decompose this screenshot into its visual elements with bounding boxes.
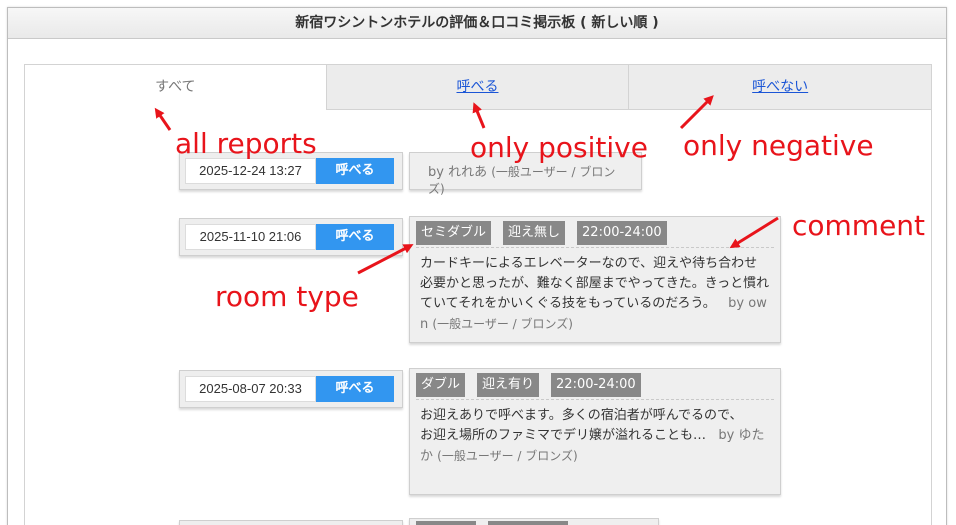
time-tag: 22:00-24:00 bbox=[577, 221, 667, 245]
time-tag: 22:00-24:00 bbox=[551, 373, 641, 397]
annotation-comment: comment bbox=[792, 209, 926, 242]
room-tags: セミダブル 迎え無し 22:00-24:00 bbox=[416, 221, 774, 248]
room-tags: ダブル 迎え有り 22:00-24:00 bbox=[416, 373, 774, 400]
pickup-tag bbox=[488, 521, 568, 525]
window-title: 新宿ワシントンホテルの評価＆口コミ掲示板 ( 新しい順 ) bbox=[8, 8, 946, 39]
room-tags bbox=[416, 521, 652, 525]
comment-text: お迎えありで呼べます。多くの宿泊者が呼んでるので、 お迎え場所のファミマでデリ嬢… bbox=[416, 406, 774, 467]
comment-text: カードキーによるエレベーターなので、迎えや待ち合わせ必要かと思ったが、難なく部屋… bbox=[416, 254, 774, 335]
entry-4-datebox bbox=[179, 520, 403, 525]
comment-body: カードキーによるエレベーターなので、迎えや待ち合わせ必要かと思ったが、難なく部屋… bbox=[420, 256, 770, 311]
entry-4-comment bbox=[409, 518, 659, 525]
tab-negative[interactable]: 呼べない bbox=[628, 65, 932, 110]
tab-all[interactable]: すべて bbox=[25, 65, 326, 110]
entry-3-datebox: 2025-08-07 20:33 呼べる bbox=[179, 370, 403, 408]
annotation-only-positive: only positive bbox=[470, 131, 648, 164]
tab-positive-link[interactable]: 呼べる bbox=[457, 79, 499, 95]
comment-line-1: お迎えありで呼べます。多くの宿泊者が呼んでるので、 bbox=[420, 408, 743, 423]
tab-positive[interactable]: 呼べる bbox=[325, 65, 629, 110]
tab-all-label: すべて bbox=[155, 79, 196, 95]
annotation-only-negative: only negative bbox=[683, 129, 874, 162]
pickup-tag: 迎え無し bbox=[503, 221, 566, 245]
room-type-tag: セミダブル bbox=[416, 221, 492, 245]
entry-date: 2025-12-24 13:27 bbox=[185, 158, 316, 184]
entry-date: 2025-08-07 20:33 bbox=[185, 376, 316, 402]
entry-3-comment: ダブル 迎え有り 22:00-24:00 お迎えありで呼べます。多くの宿泊者が呼… bbox=[409, 368, 781, 495]
status-button[interactable]: 呼べる bbox=[316, 158, 394, 184]
tab-negative-link[interactable]: 呼べない bbox=[752, 79, 808, 95]
room-type-tag bbox=[416, 521, 476, 525]
entry-2-datebox: 2025-11-10 21:06 呼べる bbox=[179, 218, 403, 256]
pickup-tag: 迎え有り bbox=[477, 373, 540, 397]
status-button[interactable]: 呼べる bbox=[316, 376, 394, 402]
filter-tabs: すべて 呼べる 呼べない bbox=[25, 65, 932, 110]
entry-2-comment: セミダブル 迎え無し 22:00-24:00 カードキーによるエレベーターなので… bbox=[409, 216, 781, 343]
author-role: (一般ユーザー / ブロンズ) bbox=[432, 317, 573, 331]
author-name: by れれあ bbox=[428, 165, 488, 180]
status-button[interactable]: 呼べる bbox=[316, 224, 394, 250]
annotation-room-type: room type bbox=[215, 280, 359, 313]
author-role: (一般ユーザー / ブロンズ) bbox=[437, 449, 578, 463]
entry-date: 2025-11-10 21:06 bbox=[185, 224, 316, 250]
page: 新宿ワシントンホテルの評価＆口コミ掲示板 ( 新しい順 ) すべて 呼べる 呼べ… bbox=[0, 0, 956, 525]
annotation-all-reports: all reports bbox=[175, 127, 317, 160]
comment-line-2: お迎え場所のファミマでデリ嬢が溢れることも… bbox=[420, 428, 707, 443]
room-type-tag: ダブル bbox=[416, 373, 466, 397]
